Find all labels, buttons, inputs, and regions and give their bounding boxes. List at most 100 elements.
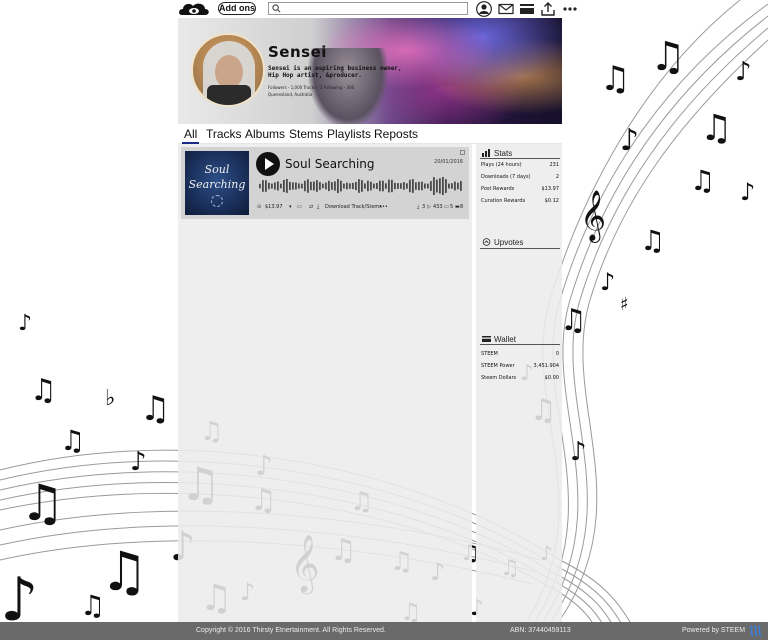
waveform-bar xyxy=(355,181,357,191)
waveform-bar xyxy=(337,179,339,194)
svg-text:♯: ♯ xyxy=(620,294,629,315)
waveform-bar xyxy=(280,183,282,189)
wallet-label: Steem Dollars xyxy=(481,375,517,381)
waveform-bar xyxy=(340,180,342,192)
copyright-text: Copyright © 2016 Thirsty Etnertainment. … xyxy=(196,627,386,634)
card-expand-icon[interactable] xyxy=(460,150,465,155)
play-button[interactable] xyxy=(256,152,280,176)
waveform-bar xyxy=(367,180,369,192)
mail-icon[interactable] xyxy=(498,1,514,17)
price-dropdown-icon[interactable]: ▾ xyxy=(289,204,292,210)
waveform-bar xyxy=(412,179,414,193)
svg-text:♪: ♪ xyxy=(130,447,147,477)
wallet-divider xyxy=(480,344,560,345)
waveform[interactable] xyxy=(259,177,464,195)
svg-text:♫: ♫ xyxy=(80,589,105,622)
search-input[interactable] xyxy=(284,3,464,14)
waveform-bar xyxy=(436,179,438,193)
more-options-icon[interactable] xyxy=(562,1,578,17)
waveform-bar xyxy=(364,183,366,189)
waveform-bar xyxy=(322,183,324,189)
wallet-card-icon[interactable] xyxy=(519,1,535,17)
waveform-bar xyxy=(370,181,372,191)
waveform-bar xyxy=(391,179,393,193)
stat-row: Downloads (7 days) 2 xyxy=(481,174,561,183)
waveform-bar xyxy=(397,183,399,189)
waveform-bar xyxy=(316,180,318,192)
upload-icon[interactable] xyxy=(540,1,556,17)
wallet-row: STEEM 0 xyxy=(481,351,561,360)
download-count-icon: ⤓ xyxy=(417,204,420,210)
track-price: $13.97 xyxy=(265,204,283,210)
waveform-bar xyxy=(268,182,270,190)
svg-text:♪: ♪ xyxy=(735,57,752,87)
stat-value: $13.97 xyxy=(541,186,560,192)
waveform-bar xyxy=(439,178,441,194)
stats-sidebar: Stats Plays (24 hours) 231 Downloads (7 d… xyxy=(476,144,562,622)
stat-label: Curation Rewards xyxy=(481,198,526,204)
waveform-bar xyxy=(409,179,411,193)
waveform-bar xyxy=(358,179,360,193)
waveform-bar xyxy=(454,181,456,191)
svg-text:♭: ♭ xyxy=(105,386,115,411)
svg-text:♪: ♪ xyxy=(620,123,639,158)
profile-bio: Sensei is an aspiring business owner, Hi… xyxy=(268,65,418,79)
cover-ring-graphic xyxy=(211,195,223,207)
comment-count: 5 xyxy=(450,204,454,210)
add-ons-button[interactable]: Add ons xyxy=(218,2,256,15)
download-track-stems-link[interactable]: Download Track/Stems xyxy=(325,204,382,210)
avatar[interactable] xyxy=(191,33,265,107)
waveform-bar xyxy=(388,179,390,193)
track-card[interactable]: Soul Searching Soul Searching 20/01/2016… xyxy=(181,147,469,219)
steem-logo-icon[interactable] xyxy=(748,625,762,637)
profile-bio-line-1: Sensei is an aspiring business owner, xyxy=(268,65,402,72)
waveform-bar xyxy=(292,182,294,190)
download-icon[interactable]: ⤓ xyxy=(317,204,319,210)
tab-albums[interactable]: Albums xyxy=(245,127,285,141)
waveform-bar xyxy=(259,183,261,189)
track-feed: Soul Searching Soul Searching 20/01/2016… xyxy=(178,144,472,622)
comment-icon[interactable]: ▭ xyxy=(297,204,302,210)
waveform-bar xyxy=(304,180,306,192)
profile-bio-line-2: Hip Hop artist, &producer. xyxy=(268,72,362,79)
stat-row: Post Rewards $13.97 xyxy=(481,186,561,195)
stat-label: Post Rewards xyxy=(481,186,515,192)
bar-chart-icon xyxy=(482,149,490,157)
tab-playlists[interactable]: Playlists xyxy=(327,127,371,141)
page-footer: Copyright © 2016 Thirsty Etnertainment. … xyxy=(0,622,768,640)
waveform-bar xyxy=(433,177,435,195)
repost-icon[interactable]: ⇄ xyxy=(309,204,313,210)
waveform-bar xyxy=(424,183,426,189)
waveform-bar xyxy=(289,182,291,190)
stat-value: 2 xyxy=(555,174,559,180)
stat-label: Plays (24 hours) xyxy=(481,162,522,168)
search-bar[interactable] xyxy=(268,2,468,15)
powered-by-text[interactable]: Powered by STEEM xyxy=(682,627,745,634)
track-title[interactable]: Soul Searching xyxy=(285,157,375,171)
more-options-icon[interactable]: ••• xyxy=(379,204,388,210)
logo-icon[interactable] xyxy=(178,1,210,17)
waveform-bar xyxy=(349,183,351,189)
stats-divider xyxy=(480,158,560,159)
svg-text:♪: ♪ xyxy=(740,178,755,206)
profile-avatar-icon[interactable] xyxy=(476,1,492,17)
reward-upvote-icon[interactable]: ⊙ xyxy=(257,204,261,210)
svg-text:♫: ♫ xyxy=(690,164,715,197)
tab-reposts[interactable]: Reposts xyxy=(374,127,418,141)
wallet-value: 0 xyxy=(555,351,559,357)
wallet-title: Wallet xyxy=(494,335,516,344)
svg-text:♪: ♪ xyxy=(570,437,587,467)
tab-all[interactable]: All xyxy=(181,127,200,144)
tab-tracks[interactable]: Tracks xyxy=(206,127,242,141)
wallet-row: STEEM Power 3,451.904 xyxy=(481,363,561,372)
waveform-bar xyxy=(385,183,387,189)
waveform-bar xyxy=(328,180,330,192)
waveform-bar xyxy=(343,183,345,189)
svg-text:♫: ♫ xyxy=(100,540,148,603)
tab-stems[interactable]: Stems xyxy=(289,127,323,141)
stat-row: Plays (24 hours) 231 xyxy=(481,162,561,171)
svg-text:♪: ♪ xyxy=(600,268,615,296)
track-cover-art[interactable]: Soul Searching xyxy=(185,151,249,215)
wallet-label: STEEM xyxy=(481,351,498,357)
stats-title: Stats xyxy=(494,149,513,158)
